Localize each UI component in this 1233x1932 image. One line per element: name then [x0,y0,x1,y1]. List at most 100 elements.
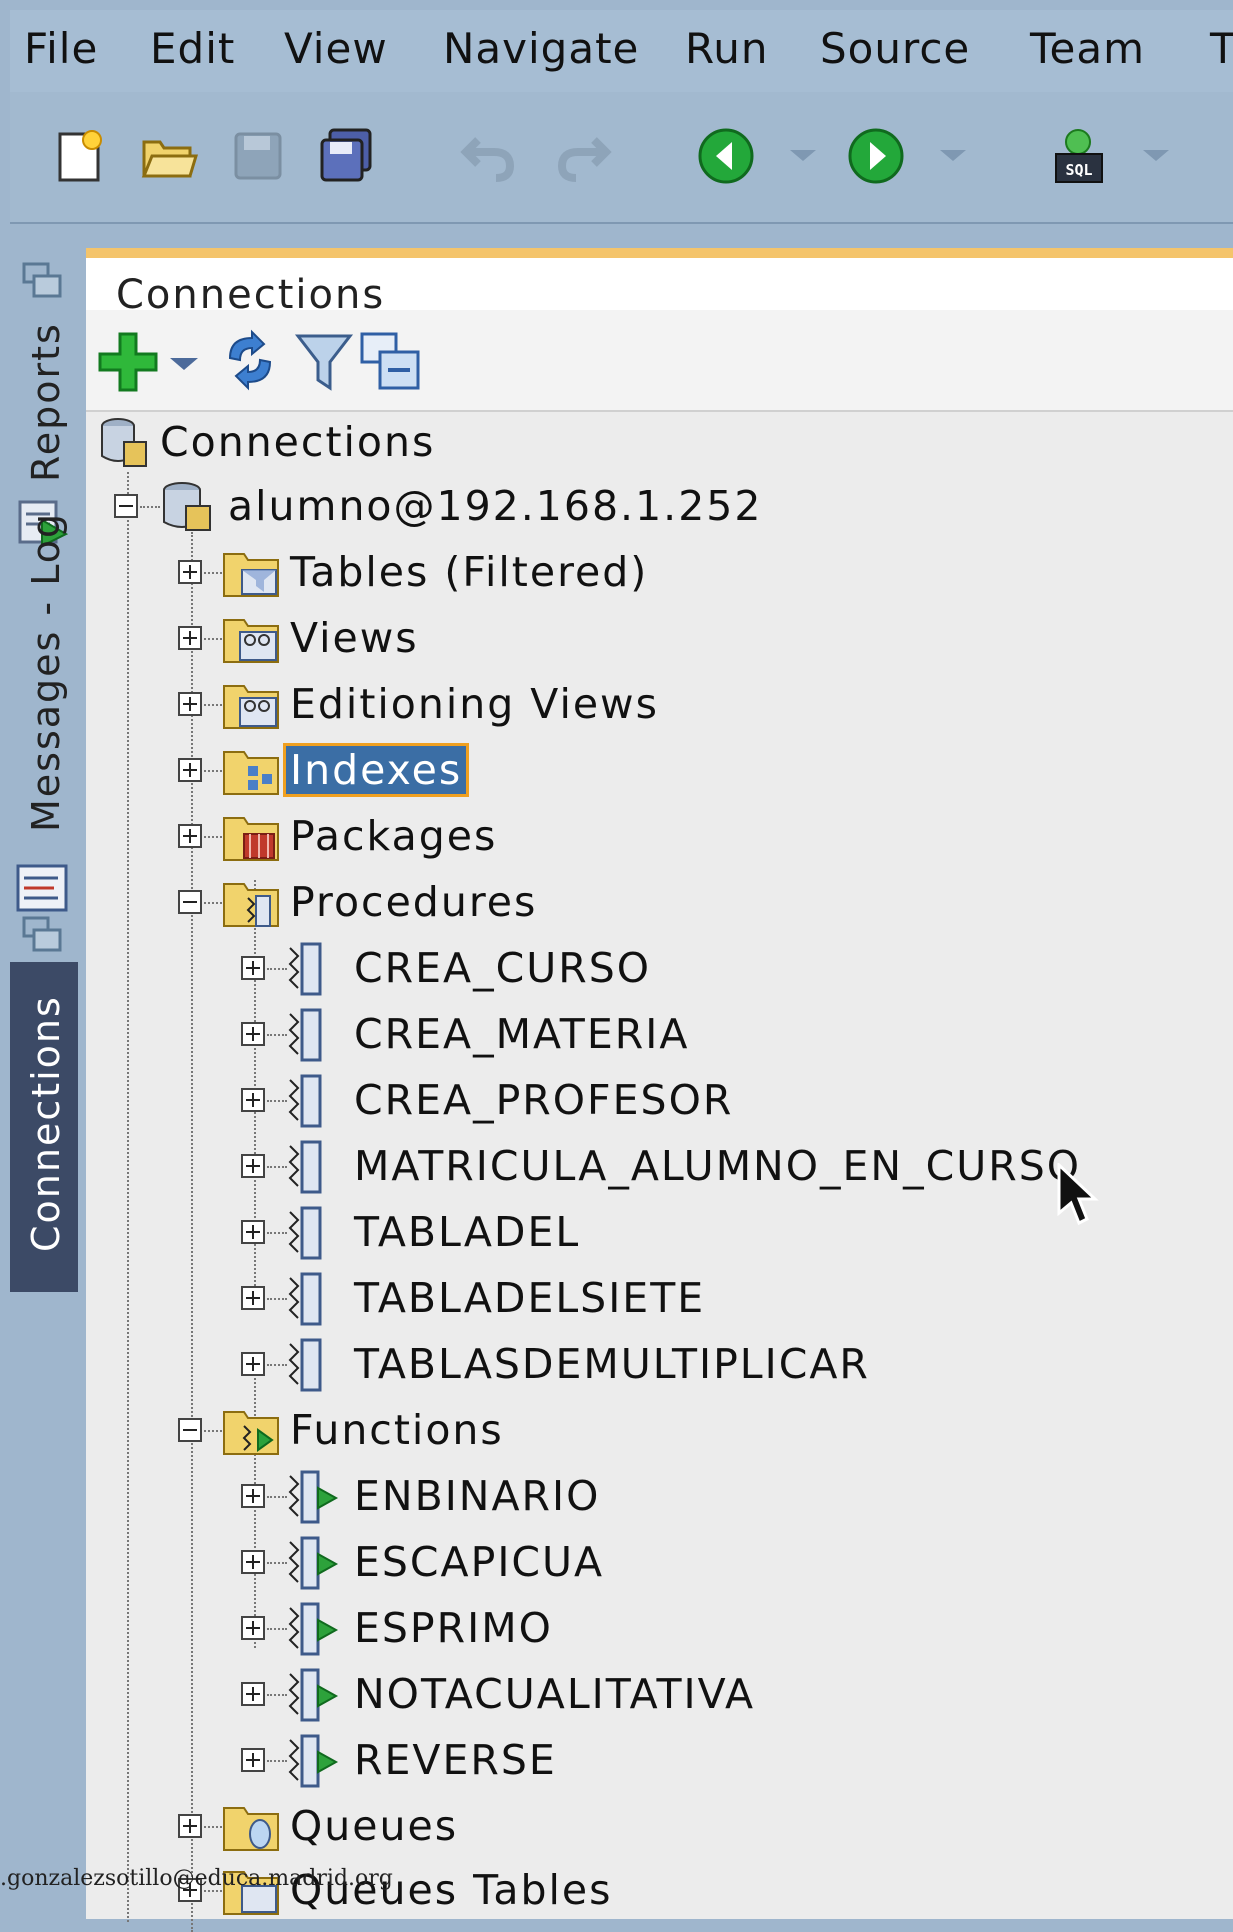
tree-procedure[interactable]: MATRICULA_ALUMNO_EN_CURSO [86,1136,1186,1196]
collapse-icon[interactable] [178,1418,202,1442]
tree-procedure[interactable]: CREA_CURSO [86,938,1186,998]
new-icon[interactable] [50,126,110,186]
packages-folder-icon [223,817,279,861]
tree-procedure[interactable]: TABLASDEMULTIPLICAR [86,1334,1186,1394]
expand-icon[interactable] [178,626,202,650]
tab-connections[interactable]: Connections [10,962,78,1292]
expand-icon[interactable] [178,824,202,848]
back-icon[interactable] [696,126,756,186]
back-dropdown-icon[interactable] [790,150,816,161]
procedure-label: TABLADELSIETE [354,1274,706,1322]
tree-folder-indexes[interactable]: Indexes [86,740,886,800]
tree-folder-packages[interactable]: Packages [86,806,886,866]
panel-tab[interactable]: Connections [86,248,1233,318]
procedure-label: MATRICULA_ALUMNO_EN_CURSO [354,1142,1082,1190]
procedures-folder-icon [223,883,279,927]
sql-worksheet-icon[interactable]: SQL [1048,126,1108,186]
sql-dropdown-icon[interactable] [1143,150,1169,161]
packages-label: Packages [290,812,498,860]
expand-icon[interactable] [241,1154,265,1178]
refresh-icon[interactable] [218,328,282,392]
expand-icon[interactable] [241,1286,265,1310]
function-icon [288,1668,339,1722]
collapse-icon[interactable] [178,890,202,914]
expand-icon[interactable] [178,560,202,584]
tab-connections-label: Connections [24,995,68,1252]
functions-label: Functions [290,1406,504,1454]
tab-messages-log-label: Messages - Log [24,511,68,832]
tree-folder-views[interactable]: Views [86,608,886,668]
expand-icon[interactable] [241,1682,265,1706]
tree-connector [204,902,222,904]
tree-connector [204,1430,222,1432]
svg-text:SQL: SQL [1065,161,1092,179]
forward-icon[interactable] [846,126,906,186]
expand-icon[interactable] [241,956,265,980]
tree-root-connections[interactable]: Connections [86,412,686,472]
menu-bar: File Edit View Navigate Run Source Team … [10,10,1233,92]
collapse-all-icon[interactable] [358,330,422,394]
expand-icon[interactable] [241,1550,265,1574]
expand-icon[interactable] [241,1616,265,1640]
undo-icon [460,137,515,182]
save-all-icon[interactable] [316,126,376,186]
expand-icon[interactable] [241,1352,265,1376]
restore-connections-icon[interactable] [20,914,64,954]
function-icon [288,1536,339,1590]
add-connection-icon[interactable] [96,330,160,394]
expand-icon[interactable] [241,1748,265,1772]
function-label: REVERSE [354,1736,557,1784]
tree-function[interactable]: ESCAPICUA [86,1532,1186,1592]
tree-folder-editioning-views[interactable]: Editioning Views [86,674,886,734]
function-label: NOTACUALITATIVA [354,1670,756,1718]
tree-function[interactable]: NOTACUALITATIVA [86,1664,1186,1724]
tree-connector [140,506,160,508]
menu-navigate[interactable]: Navigate [443,24,639,73]
filter-icon[interactable] [294,330,354,394]
expand-icon[interactable] [241,1484,265,1508]
expand-icon[interactable] [241,1220,265,1244]
tree-function[interactable]: ENBINARIO [86,1466,1186,1526]
tree-root-label: Connections [160,418,436,466]
expand-icon[interactable] [178,758,202,782]
procedure-icon [288,1272,322,1326]
tree-procedure[interactable]: CREA_PROFESOR [86,1070,1186,1130]
tree-procedure[interactable]: TABLADEL [86,1202,1186,1262]
menu-edit[interactable]: Edit [150,24,235,73]
functions-folder-icon [223,1411,279,1455]
tree-folder-functions[interactable]: Functions [86,1400,886,1460]
forward-dropdown-icon[interactable] [940,150,966,161]
tree-node-connection[interactable]: alumno@192.168.1.252 [86,476,786,536]
tree-folder-tables[interactable]: Tables (Filtered) [86,542,886,602]
restore-window-icon[interactable] [20,260,64,300]
tree-function[interactable]: REVERSE [86,1730,1186,1790]
connections-db-icon [101,418,147,467]
tree-procedure[interactable]: TABLADELSIETE [86,1268,1186,1328]
panel-toolbar [86,310,1233,412]
menu-view[interactable]: View [284,24,388,73]
procedure-label: CREA_MATERIA [354,1010,690,1058]
function-icon [288,1470,339,1524]
open-icon[interactable] [138,126,198,186]
tree-function[interactable]: ESPRIMO [86,1598,1186,1658]
expand-icon[interactable] [241,1088,265,1112]
procedure-label: CREA_PROFESOR [354,1076,734,1124]
procedure-icon [288,1008,322,1062]
menu-tools[interactable]: T [1210,24,1233,73]
expand-icon[interactable] [241,1022,265,1046]
expand-icon[interactable] [178,1814,202,1838]
collapse-icon[interactable] [114,494,138,518]
tree-folder-queues[interactable]: Queues [86,1796,886,1856]
menu-team[interactable]: Team [1030,24,1145,73]
tree-folder-procedures[interactable]: Procedures [86,872,886,932]
tree-connector [204,770,222,772]
editioning-views-folder-icon [223,685,279,729]
tree-procedure[interactable]: CREA_MATERIA [86,1004,1186,1064]
save-icon [234,132,282,180]
menu-file[interactable]: File [24,24,98,73]
menu-source[interactable]: Source [820,24,970,73]
expand-icon[interactable] [178,692,202,716]
add-dropdown-icon[interactable] [170,358,198,370]
menu-run[interactable]: Run [685,24,769,73]
watermark-text: .gonzalezsotillo@educa.madrid.org [0,1866,393,1891]
